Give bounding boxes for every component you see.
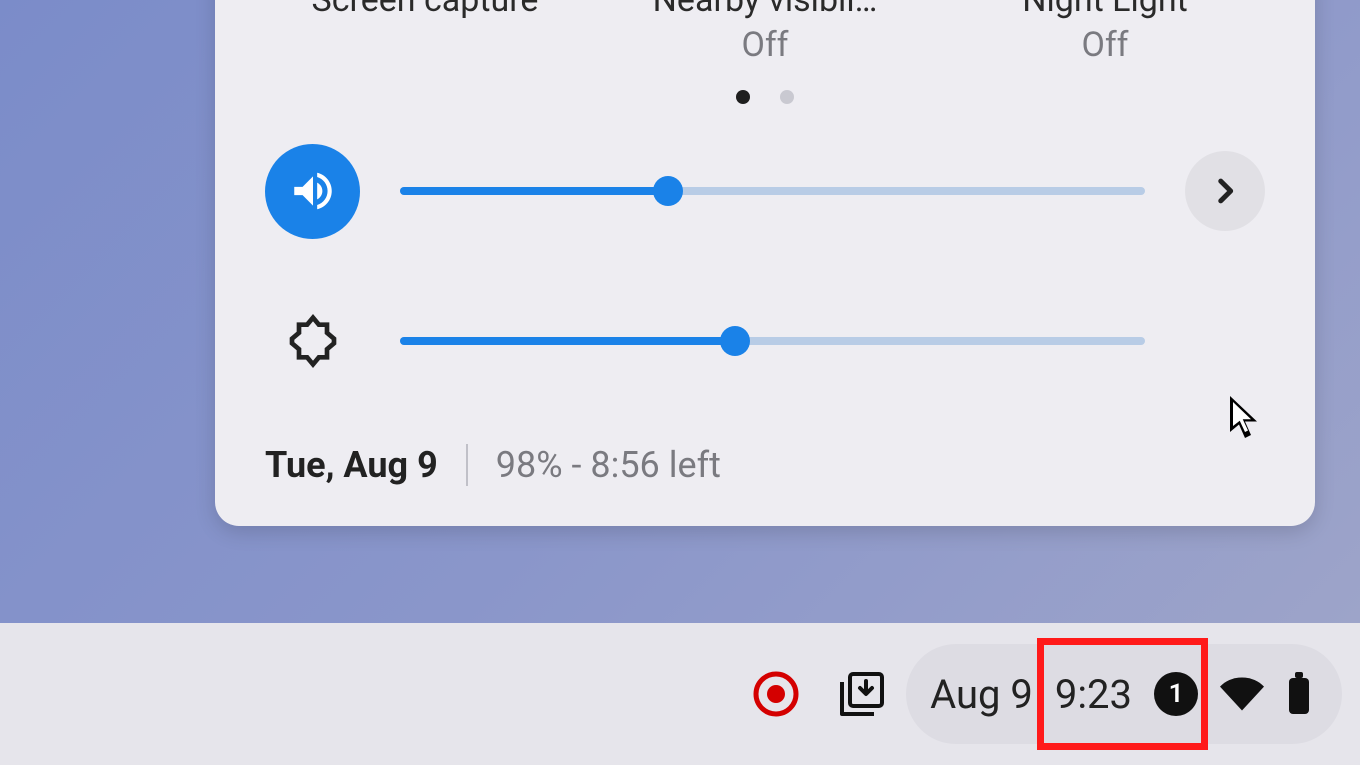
page-dot-active[interactable]: [736, 90, 750, 104]
brightness-slider-row: [255, 294, 1275, 389]
notification-badge[interactable]: 1: [1154, 672, 1198, 716]
volume-slider-row: [255, 144, 1275, 239]
status-area[interactable]: Aug 9 9:23 1: [906, 644, 1342, 744]
separator: [466, 444, 468, 486]
toggle-status: Off: [1081, 25, 1128, 65]
footer-battery-text: 98% - 8:56 left: [496, 444, 721, 486]
shelf-time: 9:23: [1055, 671, 1132, 718]
brightness-slider[interactable]: [400, 337, 1145, 345]
page-indicator[interactable]: [255, 90, 1275, 104]
toggle-screen-capture[interactable]: Screen capture: [285, 0, 565, 65]
panel-footer: Tue, Aug 9 98% - 8:56 left: [255, 444, 1275, 496]
brightness-slider-thumb[interactable]: [720, 326, 750, 356]
toggle-night-light[interactable]: Night Light Off: [965, 0, 1245, 65]
chevron-right-icon: [1208, 174, 1242, 208]
quick-toggles-row: Screen capture Nearby visibil… Off Night…: [255, 0, 1275, 65]
wifi-icon: [1220, 672, 1264, 716]
volume-slider-thumb[interactable]: [653, 176, 683, 206]
toggle-label: Screen capture: [312, 0, 539, 21]
footer-date: Tue, Aug 9: [265, 444, 438, 486]
toggle-nearby-visibility[interactable]: Nearby visibil… Off: [625, 0, 905, 65]
stop-capture-button[interactable]: [752, 670, 800, 718]
shelf: Aug 9 9:23 1: [0, 623, 1360, 765]
record-stop-icon: [752, 670, 800, 718]
volume-icon-button[interactable]: [265, 144, 360, 239]
page-dot[interactable]: [780, 90, 794, 104]
volume-icon: [288, 166, 338, 216]
download-tray-icon: [836, 668, 888, 720]
notification-count: 1: [1169, 679, 1184, 709]
holding-space-button[interactable]: [836, 668, 888, 720]
toggle-label: Nearby visibil…: [653, 0, 878, 21]
toggle-status: Off: [741, 25, 788, 65]
volume-slider[interactable]: [400, 187, 1145, 195]
toggle-label: Night Light: [1022, 0, 1187, 21]
quick-settings-panel: Screen capture Nearby visibil… Off Night…: [215, 0, 1315, 526]
brightness-sun-icon: [285, 313, 341, 369]
brightness-icon: [265, 294, 360, 389]
audio-settings-expand-button[interactable]: [1185, 151, 1265, 231]
battery-icon: [1286, 672, 1312, 716]
shelf-date: Aug 9: [930, 671, 1033, 718]
